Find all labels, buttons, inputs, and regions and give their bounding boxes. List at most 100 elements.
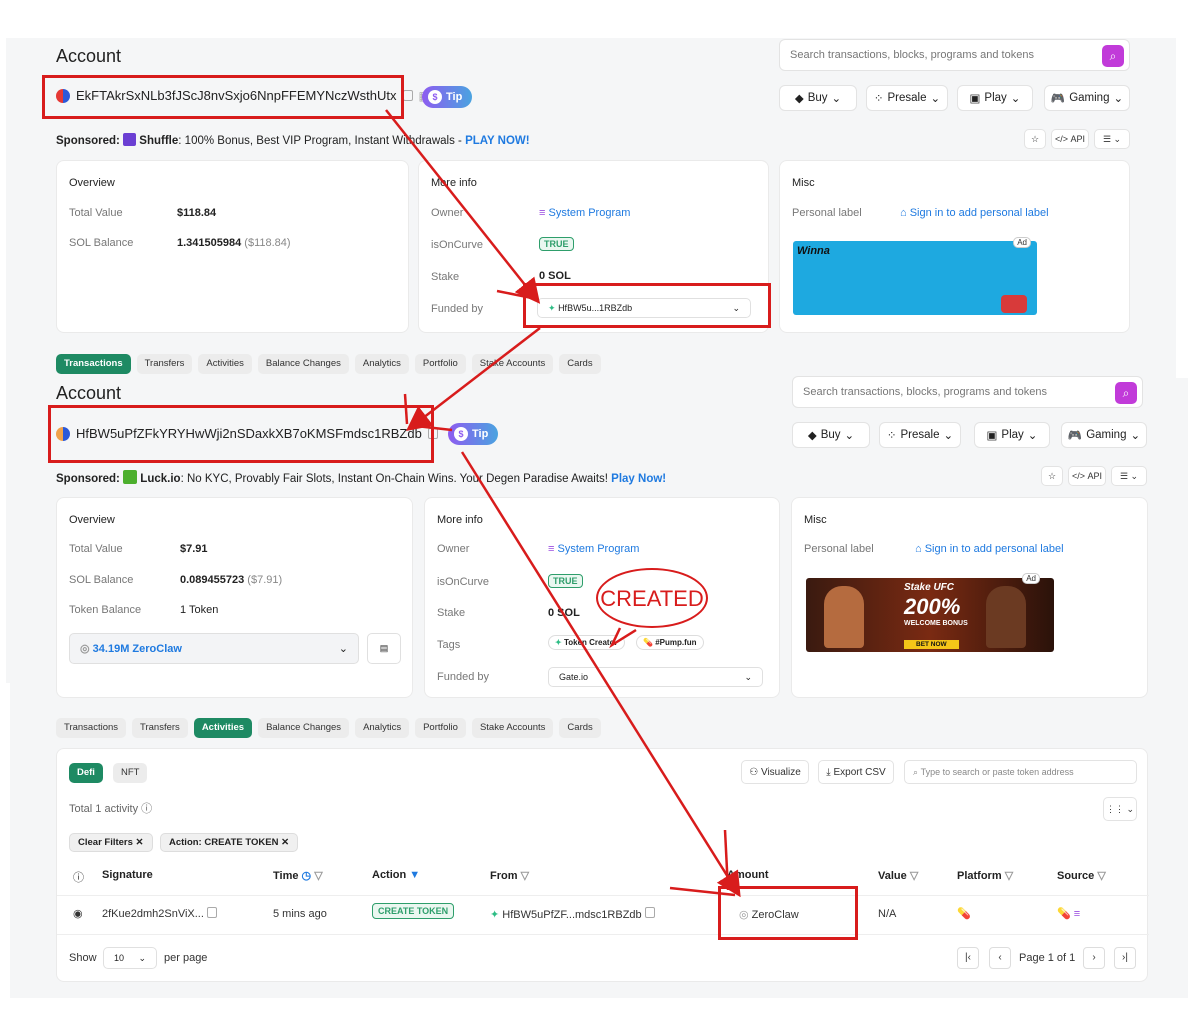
play-button[interactable]: ▣ Play ⌄: [957, 85, 1033, 111]
tab-portfolio[interactable]: Portfolio: [415, 718, 466, 738]
owner-link[interactable]: ≡ System Program: [548, 543, 639, 555]
sol-balance: 0.089455723: [180, 574, 245, 586]
tab-balance-changes[interactable]: Balance Changes: [258, 718, 350, 738]
ad-banner[interactable]: Stake UFC 200% WELCOME BONUS BET NOW Ad: [806, 573, 1054, 652]
copy-icon[interactable]: [207, 907, 217, 921]
coin-icon: ◎: [80, 643, 90, 655]
search-icon[interactable]: ⌕: [1115, 382, 1137, 404]
token-search-input[interactable]: ⌕ Type to search or paste token address: [904, 760, 1137, 784]
tip-button[interactable]: $ Tip: [448, 423, 499, 445]
next-page-button[interactable]: ›: [1083, 947, 1105, 969]
owner-link[interactable]: ≡ System Program: [539, 207, 630, 219]
play-button[interactable]: ▣ Play ⌄: [974, 422, 1050, 448]
tag-pump-fun[interactable]: 💊 #Pump.fun: [636, 635, 704, 650]
page-title: Account: [56, 46, 122, 66]
tab-cards[interactable]: Cards: [559, 718, 601, 738]
sponsor-link[interactable]: Play Now!: [611, 473, 666, 485]
personal-label-link[interactable]: ⌂ Sign in to add personal label: [915, 543, 1064, 555]
sponsored-banner: Sponsored: Shuffle: 100% Bonus, Best VIP…: [56, 133, 530, 147]
gaming-button[interactable]: 🎮 Gaming ⌄: [1044, 85, 1130, 111]
menu-button[interactable]: ☰ ⌄: [1111, 466, 1147, 486]
col-platform: Platform ▽: [957, 870, 1014, 882]
gaming-button[interactable]: 🎮 Gaming ⌄: [1061, 422, 1147, 448]
play-icon: ▣: [969, 93, 981, 105]
search-icon[interactable]: ⌕: [1102, 45, 1124, 67]
api-button[interactable]: </> API: [1068, 466, 1106, 486]
personal-label-link[interactable]: ⌂ Sign in to add personal label: [900, 207, 1049, 219]
overview-card: Overview Total Value $7.91 SOL Balance 0…: [56, 497, 413, 698]
funded-by-select[interactable]: Gate.io ⌄: [548, 667, 763, 687]
last-page-button[interactable]: ›|: [1114, 947, 1136, 969]
tab-activities[interactable]: Activities: [198, 354, 252, 374]
solana-icon: ≡: [1073, 908, 1081, 920]
presale-button[interactable]: ⁘ Presale ⌄: [879, 422, 961, 448]
shuffle-logo-icon: [123, 133, 137, 146]
tab-activities[interactable]: Activities: [193, 718, 253, 738]
eye-icon[interactable]: ◉: [73, 907, 83, 920]
columns-menu[interactable]: ⋮⋮ ⌄: [1103, 797, 1137, 821]
tab-transactions[interactable]: Transactions: [56, 354, 131, 374]
menu-button[interactable]: ☰ ⌄: [1094, 129, 1130, 149]
tab-analytics[interactable]: Analytics: [355, 718, 410, 738]
copy-icon[interactable]: [402, 90, 413, 101]
signature-link[interactable]: 2fKue2dmh2SnViX...: [102, 908, 204, 920]
sponsored-banner: Sponsored: Luck.io: No KYC, Provably Fai…: [56, 470, 666, 485]
prev-page-button[interactable]: ‹: [989, 947, 1011, 969]
first-page-button[interactable]: |‹: [957, 947, 979, 969]
tab-stake-accounts[interactable]: Stake Accounts: [471, 718, 554, 738]
clear-filters-chip[interactable]: Clear Filters ✕: [69, 833, 153, 852]
tip-button[interactable]: $ Tip: [422, 86, 473, 108]
copy-icon: [644, 907, 655, 918]
fighter-image: [824, 586, 864, 648]
tab-stake-accounts[interactable]: Stake Accounts: [471, 354, 554, 374]
tab-bar: Transactions Transfers Activities Balanc…: [56, 354, 601, 374]
pill-icon: 💊 ≡: [1057, 908, 1081, 920]
tab-transfers[interactable]: Transfers: [136, 354, 193, 374]
misc-card: Misc Personal label ⌂ Sign in to add per…: [791, 497, 1148, 698]
presale-icon: ⁘: [886, 430, 897, 442]
annotation-box: [48, 405, 434, 463]
tag-icon: ⌂: [900, 207, 907, 219]
filter-icon: ▽: [520, 870, 530, 882]
tag-token-creator[interactable]: ✦ Token Creator: [548, 635, 625, 650]
search-input[interactable]: Search transactions, blocks, programs an…: [779, 39, 1130, 71]
token-select[interactable]: ◎ 34.19M ZeroClaw ⌄: [69, 633, 359, 664]
tab-bar: Transactions Transfers Activities Balanc…: [56, 718, 601, 738]
export-csv-button[interactable]: ⤓ Export CSV: [818, 760, 894, 784]
solana-icon: ≡: [548, 543, 555, 555]
ad-banner[interactable]: Winna Ad: [793, 237, 1037, 315]
filter-icon: ▽: [314, 870, 323, 882]
buy-button[interactable]: ◆ Buy ⌄: [792, 422, 870, 448]
presale-button[interactable]: ⁘ Presale ⌄: [866, 85, 948, 111]
portfolio-icon[interactable]: ▤: [367, 633, 401, 664]
tab-transactions[interactable]: Transactions: [56, 718, 127, 738]
activities-card: Defi NFT ⚇ Visualize ⤓ Export CSV ⌕ Type…: [56, 748, 1149, 982]
page-indicator: Page 1 of 1: [1019, 952, 1076, 964]
sponsor-link[interactable]: PLAY NOW!: [465, 135, 530, 147]
visualize-button[interactable]: ⚇ Visualize: [741, 760, 809, 784]
tab-analytics[interactable]: Analytics: [354, 354, 409, 374]
sol-balance: 1.341505984: [177, 237, 242, 249]
api-button[interactable]: </> API: [1051, 129, 1089, 149]
tab-balance-changes[interactable]: Balance Changes: [257, 354, 349, 374]
per-page-select[interactable]: 10 ⌄: [103, 947, 157, 969]
tab-cards[interactable]: Cards: [559, 354, 601, 374]
search-input[interactable]: Search transactions, blocks, programs an…: [792, 376, 1143, 408]
annotation-box: [718, 886, 858, 940]
from-address[interactable]: ✦ HfBW5uPfZF...mdsc1RBZdb: [490, 907, 655, 921]
action-filter-chip[interactable]: Action: CREATE TOKEN ✕: [160, 833, 299, 852]
subtab-nft[interactable]: NFT: [113, 763, 148, 783]
solana-icon: ≡: [539, 207, 546, 219]
tab-portfolio[interactable]: Portfolio: [414, 354, 466, 374]
tab-transfers[interactable]: Transfers: [132, 718, 188, 738]
buy-button[interactable]: ◆ Buy ⌄: [779, 85, 857, 111]
subtab-defi[interactable]: Defi: [69, 763, 103, 783]
star-icon[interactable]: ☆: [1024, 129, 1046, 149]
dice-icon: [1001, 295, 1027, 313]
search-icon: ⌕: [913, 766, 919, 777]
play-icon: ▣: [986, 430, 998, 442]
star-icon[interactable]: ☆: [1041, 466, 1063, 486]
filter-icon: ▼: [409, 869, 421, 881]
status-badge: TRUE: [548, 574, 583, 588]
misc-card: Misc Personal label ⌂ Sign in to add per…: [779, 160, 1130, 333]
